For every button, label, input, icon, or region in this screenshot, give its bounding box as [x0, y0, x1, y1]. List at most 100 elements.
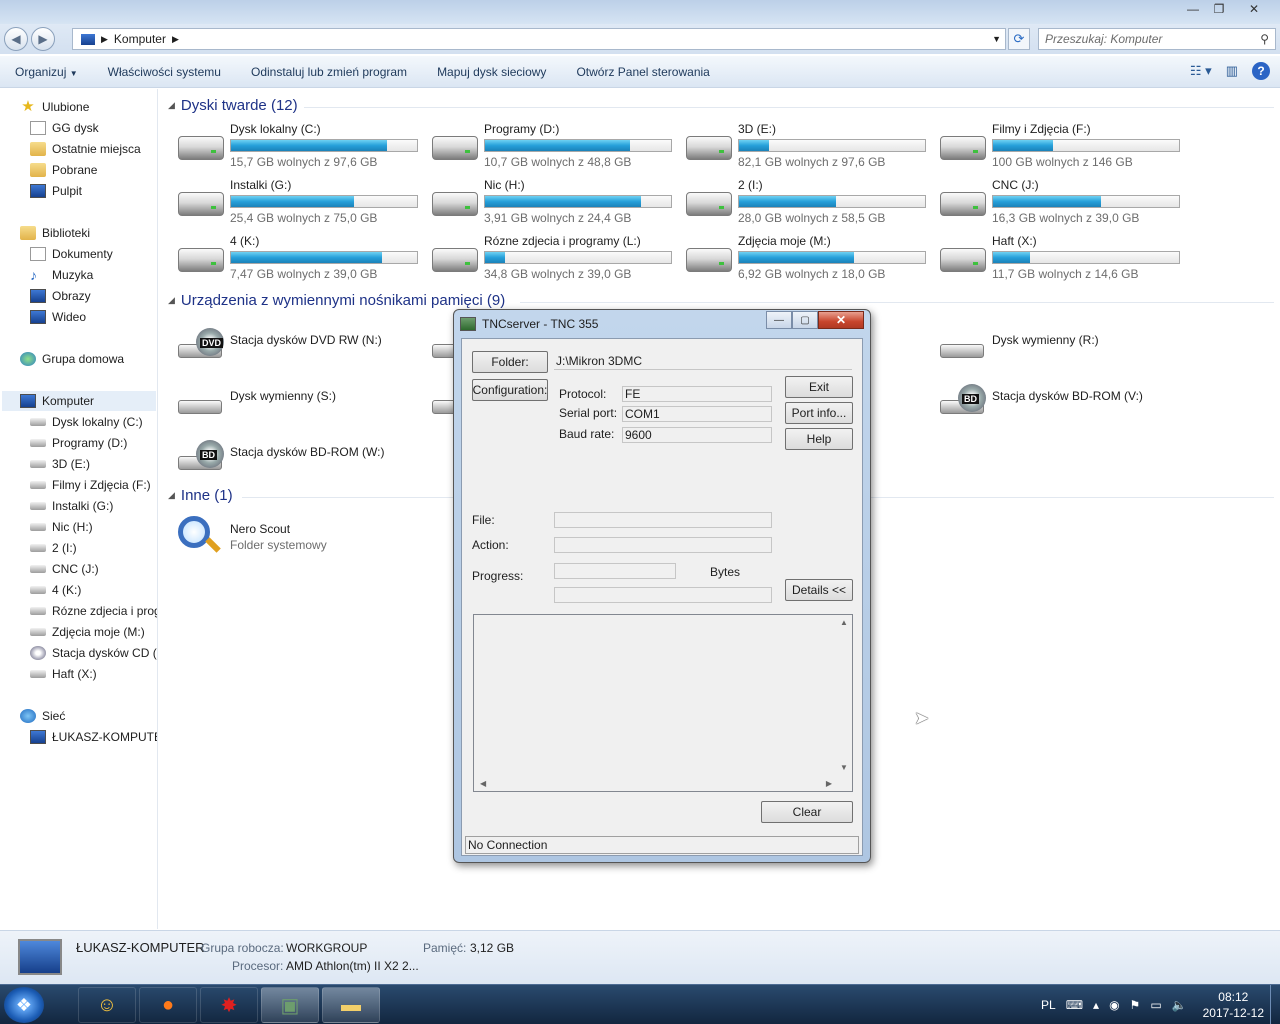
nav-drive-d[interactable]: Programy (D:)	[30, 433, 127, 453]
nav-homegroup[interactable]: Grupa domowa	[20, 349, 124, 369]
tncserver-taskbar-icon[interactable]: ▣	[261, 987, 319, 1023]
nav-libraries[interactable]: Biblioteki	[20, 223, 90, 243]
organize-button[interactable]: Organizuj ▼	[0, 65, 93, 79]
nav-drive-g[interactable]: Instalki (G:)	[30, 496, 113, 516]
search-icon[interactable]: ⚲	[1260, 32, 1269, 46]
nav-drive-e[interactable]: 3D (E:)	[30, 454, 90, 474]
maximize-button[interactable]: ❐	[1206, 0, 1232, 18]
help-button[interactable]: Help	[785, 428, 853, 450]
dialog-maximize-button[interactable]: ▢	[792, 311, 818, 329]
nav-drive-m[interactable]: Zdjęcia moje (M:)	[30, 622, 145, 642]
removable-device-hidden[interactable]	[430, 376, 476, 422]
breadcrumb-caret-icon[interactable]: ▶	[101, 34, 108, 45]
nav-drive-j[interactable]: CNC (J:)	[30, 559, 99, 579]
drive-tile[interactable]: 4 (K:) 7,47 GB wolnych z 39,0 GB	[176, 234, 430, 286]
address-dropdown-icon[interactable]: ▼	[992, 34, 1001, 44]
nero-scout-item[interactable]: Nero Scout Folder systemowy	[176, 514, 436, 560]
drive-tile[interactable]: CNC (J:) 16,3 GB wolnych z 39,0 GB	[938, 178, 1192, 230]
section-other[interactable]: ◢ Inne (1)	[168, 487, 233, 504]
removable-bd-v[interactable]: BD Stacja dysków BD-ROM (V:)	[938, 376, 1192, 422]
monitor-icon[interactable]: ▭	[1150, 998, 1161, 1012]
log-textarea[interactable]: ▲ ▼ ◀ ▶	[473, 614, 853, 792]
drive-tile[interactable]: Instalki (G:) 25,4 GB wolnych z 75,0 GB	[176, 178, 430, 230]
help-icon[interactable]: ?	[1252, 62, 1270, 80]
nav-drive-h[interactable]: Nic (H:)	[30, 517, 93, 537]
paint-splash-icon[interactable]: ✸	[200, 987, 258, 1023]
removable-device-hidden[interactable]	[430, 320, 476, 366]
drive-tile[interactable]: Nic (H:) 3,91 GB wolnych z 24,4 GB	[430, 178, 684, 230]
nav-item-pictures[interactable]: Obrazy	[30, 286, 91, 306]
refresh-icon[interactable]: ⟳	[1008, 28, 1030, 50]
show-hidden-icons-icon[interactable]: ▴	[1093, 998, 1099, 1012]
removable-disk-s[interactable]: Dysk wymienny (S:)	[176, 376, 430, 422]
keyboard-icon[interactable]: ⌨	[1066, 998, 1083, 1012]
preview-pane-icon[interactable]: ▥	[1226, 63, 1238, 79]
nav-item-downloads[interactable]: Pobrane	[30, 160, 97, 180]
details-button[interactable]: Details <<	[785, 579, 853, 601]
dialog-close-button[interactable]: ✕	[818, 311, 864, 329]
drive-tile[interactable]: 3D (E:) 82,1 GB wolnych z 97,6 GB	[684, 122, 938, 174]
folder-button[interactable]: Folder:	[472, 351, 548, 373]
section-hard-disks[interactable]: ◢ Dyski twarde (12)	[168, 97, 298, 114]
system-properties-button[interactable]: Właściwości systemu	[93, 65, 236, 79]
collapse-icon[interactable]: ◢	[168, 490, 175, 501]
explorer-folder-icon[interactable]: ▬	[322, 987, 380, 1023]
vertical-scrollbar[interactable]: ▲ ▼	[836, 615, 852, 775]
back-button[interactable]: ◀	[4, 27, 28, 51]
nav-item-gg-dysk[interactable]: GG dysk	[30, 118, 99, 138]
drive-tile[interactable]: Programy (D:) 10,7 GB wolnych z 48,8 GB	[430, 122, 684, 174]
removable-disk-r[interactable]: Dysk wymienny (R:)	[938, 320, 1192, 366]
port-info-button[interactable]: Port info...	[785, 402, 853, 424]
open-control-panel-button[interactable]: Otwórz Panel sterowania	[561, 65, 724, 79]
language-indicator[interactable]: PL	[1041, 998, 1056, 1012]
flag-icon[interactable]: ⚑	[1130, 998, 1141, 1012]
show-desktop-button[interactable]	[1270, 985, 1280, 1024]
nav-item-documents[interactable]: Dokumenty	[30, 244, 113, 264]
removable-dvd-n[interactable]: DVD Stacja dysków DVD RW (N:)	[176, 320, 430, 366]
nav-drive-cd[interactable]: Stacja dysków CD (C	[30, 643, 157, 663]
search-input[interactable]: Przeszukaj: Komputer ⚲	[1038, 28, 1276, 50]
nav-item-desktop[interactable]: Pulpit	[30, 181, 82, 201]
firefox-icon[interactable]: ●	[139, 987, 197, 1023]
clear-button[interactable]: Clear	[761, 801, 853, 823]
nav-drive-f[interactable]: Filmy i Zdjęcia (F:)	[30, 475, 151, 495]
network-status-icon[interactable]: ◉	[1109, 998, 1119, 1012]
scroll-right-icon[interactable]: ▶	[826, 779, 832, 788]
nav-drive-x[interactable]: Haft (X:)	[30, 664, 97, 684]
collapse-icon[interactable]: ◢	[168, 100, 175, 111]
nav-item-recent-places[interactable]: Ostatnie miejsca	[30, 139, 141, 159]
view-options-icon[interactable]: ☷ ▾	[1190, 63, 1212, 79]
breadcrumb-caret-icon[interactable]: ▶	[172, 34, 179, 45]
drive-tile[interactable]: Rózne zdjecia i programy (L:) 34,8 GB wol…	[430, 234, 684, 286]
forward-button[interactable]: ▶	[31, 27, 55, 51]
collapse-icon[interactable]: ◢	[168, 295, 175, 306]
exit-button[interactable]: Exit	[785, 376, 853, 398]
configuration-button[interactable]: Configuration:	[472, 379, 548, 401]
scroll-up-icon[interactable]: ▲	[840, 618, 848, 627]
nav-drive-i[interactable]: 2 (I:)	[30, 538, 77, 558]
nav-favorites[interactable]: ★ Ulubione	[20, 97, 89, 117]
nav-network-computer[interactable]: ŁUKASZ-KOMPUTER	[30, 727, 157, 747]
drive-tile[interactable]: Filmy i Zdjęcia (F:) 100 GB wolnych z 146…	[938, 122, 1192, 174]
minimize-button[interactable]: —	[1180, 0, 1206, 18]
drive-tile[interactable]: Dysk lokalny (C:) 15,7 GB wolnych z 97,6 …	[176, 122, 430, 174]
scroll-down-icon[interactable]: ▼	[840, 763, 848, 772]
drive-tile[interactable]: Haft (X:) 11,7 GB wolnych z 14,6 GB	[938, 234, 1192, 286]
clock[interactable]: 08:12 2017-12-12	[1203, 989, 1264, 1021]
drive-tile[interactable]: 2 (I:) 28,0 GB wolnych z 58,5 GB	[684, 178, 938, 230]
address-bar[interactable]: ▶ Komputer ▶ ▼	[72, 28, 1006, 50]
nav-drive-l[interactable]: Rózne zdjecia i prog	[30, 601, 157, 621]
nav-item-music[interactable]: ♪ Muzyka	[30, 265, 93, 285]
volume-icon[interactable]: 🔈	[1172, 998, 1187, 1012]
nav-network[interactable]: Sieć	[20, 706, 65, 726]
dialog-minimize-button[interactable]: —	[766, 311, 792, 329]
drive-tile[interactable]: Zdjęcia moje (M:) 6,92 GB wolnych z 18,0 …	[684, 234, 938, 286]
removable-bd-w[interactable]: BD Stacja dysków BD-ROM (W:)	[176, 432, 430, 478]
horizontal-scrollbar[interactable]: ◀ ▶	[474, 775, 838, 791]
nav-computer[interactable]: Komputer	[2, 391, 156, 411]
section-removable[interactable]: ◢ Urządzenia z wymiennymi nośnikami pamię…	[168, 292, 505, 309]
breadcrumb-computer[interactable]: Komputer	[114, 32, 166, 46]
scroll-left-icon[interactable]: ◀	[480, 779, 486, 788]
uninstall-program-button[interactable]: Odinstaluj lub zmień program	[236, 65, 422, 79]
nav-item-videos[interactable]: Wideo	[30, 307, 86, 327]
